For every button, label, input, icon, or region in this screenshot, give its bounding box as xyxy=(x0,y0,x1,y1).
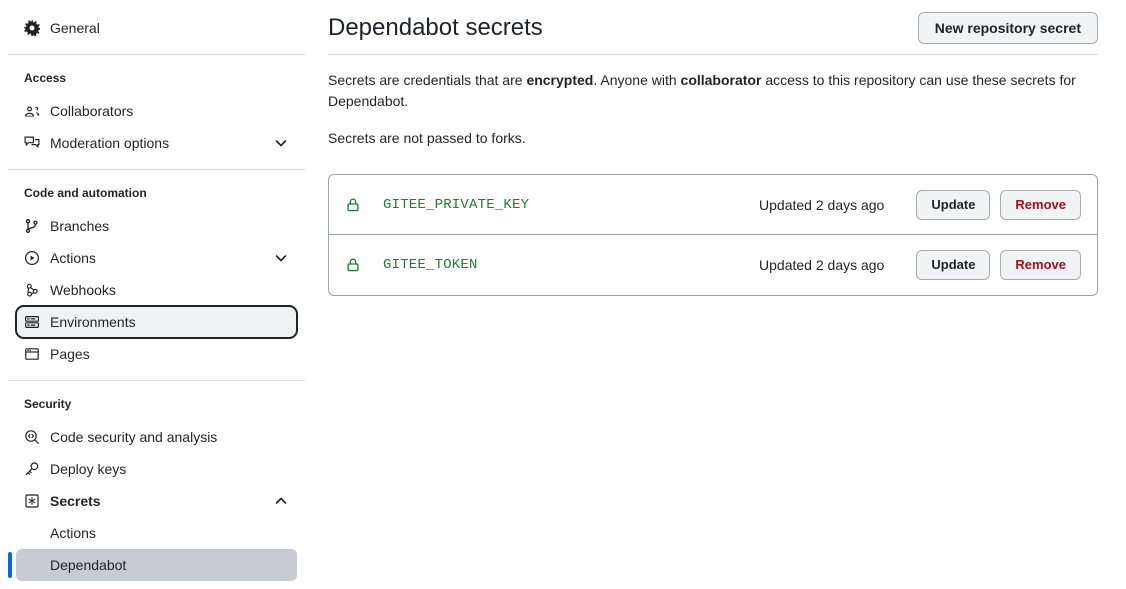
play-circle-icon xyxy=(24,250,40,266)
sidebar-item-label: Webhooks xyxy=(50,282,116,298)
sidebar-item-label: General xyxy=(50,20,100,36)
desc-bold-collaborator: collaborator xyxy=(680,72,762,88)
sidebar-item-secrets[interactable]: Secrets xyxy=(16,485,297,517)
people-icon xyxy=(24,103,40,119)
sidebar-item-moderation-options[interactable]: Moderation options xyxy=(16,127,297,159)
page-title: Dependabot secrets xyxy=(328,14,543,41)
sidebar-item-code-security-and-analysis[interactable]: Code security and analysis xyxy=(16,421,297,453)
sidebar-item-deploy-keys[interactable]: Deploy keys xyxy=(16,453,297,485)
sidebar-subitem-label: Actions xyxy=(50,525,96,541)
sidebar-item-pages[interactable]: Pages xyxy=(16,338,297,370)
sidebar-item-label: Branches xyxy=(50,218,110,234)
page-header: Dependabot secrets New repository secret xyxy=(328,0,1098,55)
chevron-up-icon xyxy=(273,493,289,509)
table-row: GITEE_TOKEN Updated 2 days ago Update Re… xyxy=(329,235,1097,295)
sidebar-item-label: Actions xyxy=(50,250,96,266)
secrets-list: GITEE_PRIVATE_KEY Updated 2 days ago Upd… xyxy=(328,174,1098,296)
remove-secret-button[interactable]: Remove xyxy=(1000,250,1081,280)
sidebar-item-environments[interactable]: Environments xyxy=(15,305,298,339)
secret-updated: Updated 2 days ago xyxy=(759,196,885,213)
webhook-icon xyxy=(24,282,40,298)
update-secret-button[interactable]: Update xyxy=(916,189,991,220)
lock-icon xyxy=(345,197,361,213)
sidebar-item-label: Code security and analysis xyxy=(50,429,218,445)
secret-name: GITEE_TOKEN xyxy=(383,257,478,273)
sidebar-item-label: Secrets xyxy=(50,493,101,509)
sidebar-subitem-secrets-actions[interactable]: Actions xyxy=(16,517,297,549)
git-branch-icon xyxy=(24,218,40,234)
sidebar-item-label: Environments xyxy=(50,314,136,330)
forks-note: Secrets are not passed to forks. xyxy=(328,130,526,146)
sidebar-item-general[interactable]: General xyxy=(16,12,297,44)
sidebar-item-label: Moderation options xyxy=(50,135,170,151)
sidebar-section-access: Access xyxy=(24,71,67,85)
new-repository-secret-button[interactable]: New repository secret xyxy=(917,12,1098,44)
secret-name: GITEE_PRIVATE_KEY xyxy=(383,196,530,213)
desc-bold-encrypted: encrypted xyxy=(526,72,594,88)
sidebar-subitem-label: Dependabot xyxy=(50,557,127,573)
gear-icon xyxy=(24,20,40,36)
secret-updated: Updated 2 days ago xyxy=(759,257,885,273)
table-row: GITEE_PRIVATE_KEY Updated 2 days ago Upd… xyxy=(329,175,1097,235)
sidebar-item-branches[interactable]: Branches xyxy=(16,210,297,242)
sidebar-section-security: Security xyxy=(24,397,72,411)
key-icon xyxy=(24,461,40,477)
chevron-down-icon xyxy=(273,135,289,151)
chevron-down-icon xyxy=(273,250,289,266)
desc-part-1: Secrets are credentials that are xyxy=(328,72,527,88)
secrets-description: Secrets are credentials that are encrypt… xyxy=(328,70,1076,112)
remove-secret-button[interactable]: Remove xyxy=(1000,189,1081,220)
main-content: Dependabot secrets New repository secret… xyxy=(328,0,1098,296)
asterisk-box-icon xyxy=(24,493,40,509)
sidebar-section-code-and-automation: Code and automation xyxy=(24,186,147,200)
sidebar-item-label: Collaborators xyxy=(50,103,134,119)
sidebar-item-label: Pages xyxy=(50,346,90,362)
sidebar-item-collaborators[interactable]: Collaborators xyxy=(16,95,297,127)
codescan-icon xyxy=(24,429,40,445)
settings-page: General Access Collaborators Moderation … xyxy=(0,0,1126,589)
sidebar-item-label: Deploy keys xyxy=(50,461,127,477)
browser-icon xyxy=(24,346,40,362)
desc-part-2: . Anyone with xyxy=(593,72,681,88)
sidebar-item-actions[interactable]: Actions xyxy=(16,242,297,274)
sidebar-item-webhooks[interactable]: Webhooks xyxy=(16,274,297,306)
server-icon xyxy=(24,314,40,330)
lock-icon xyxy=(345,257,361,273)
sidebar-subitem-secrets-dependabot[interactable]: Dependabot xyxy=(8,549,297,581)
settings-sidebar: General Access Collaborators Moderation … xyxy=(0,0,310,589)
update-secret-button[interactable]: Update xyxy=(916,250,991,280)
comment-discussion-icon xyxy=(24,135,40,151)
